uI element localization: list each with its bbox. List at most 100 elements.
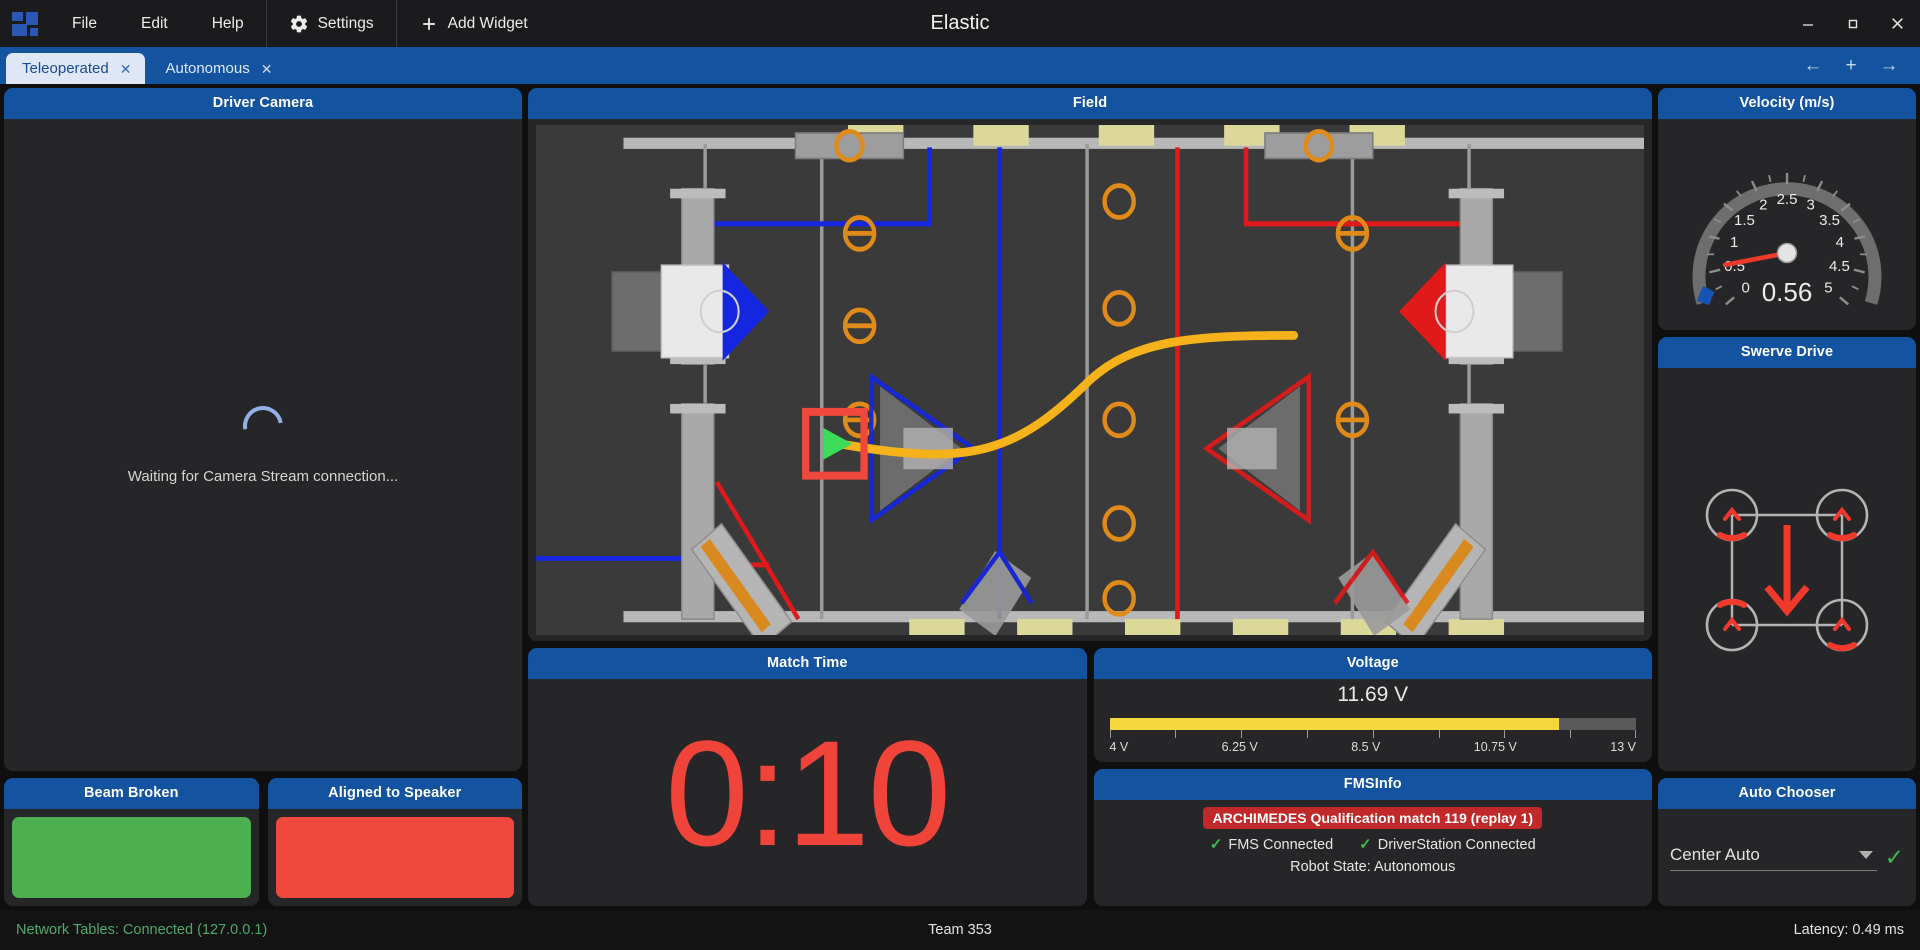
menu-file-label: File: [72, 15, 97, 33]
arrow-right-icon[interactable]: →: [1872, 53, 1906, 79]
maximize-icon[interactable]: [1830, 0, 1875, 47]
widget-title: Driver Camera: [4, 88, 522, 119]
voltage-tick-label: 8.5 V: [1351, 740, 1380, 754]
voltage-fms-stack: Voltage 11.69 V: [1094, 648, 1653, 906]
widget-velocity[interactable]: Velocity (m/s) 00.511.522.533.544.55 0.5…: [1658, 88, 1916, 330]
auto-chooser-value: Center Auto: [1670, 845, 1859, 865]
menu-settings[interactable]: Settings: [266, 0, 396, 47]
auto-chooser-select[interactable]: Center Auto: [1670, 845, 1877, 871]
voltage-track: [1110, 718, 1637, 730]
velocity-tick-label: 1: [1730, 233, 1738, 250]
menu-add-widget-label: Add Widget: [448, 15, 528, 33]
voltage-tick-label: 13 V: [1610, 740, 1636, 754]
check-icon: ✓: [1359, 836, 1372, 853]
widget-title: FMSInfo: [1094, 769, 1653, 800]
tab-teleoperated-label: Teleoperated: [22, 60, 109, 77]
widget-beam-broken[interactable]: Beam Broken: [4, 778, 259, 906]
menu-edit-label: Edit: [141, 15, 168, 33]
ds-connected-item: ✓ DriverStation Connected: [1359, 835, 1536, 853]
title-bar: File Edit Help Settings Add Widget Elast: [0, 0, 1920, 47]
voltage-tick-label: 4 V: [1110, 740, 1129, 754]
widget-title: Aligned to Speaker: [268, 778, 523, 809]
velocity-tick-label: 5: [1824, 279, 1832, 296]
velocity-value: 0.56: [1762, 277, 1813, 307]
widget-title: Voltage: [1094, 648, 1653, 679]
menu-edit[interactable]: Edit: [119, 0, 190, 47]
widget-aligned-to-speaker[interactable]: Aligned to Speaker: [268, 778, 523, 906]
field-canvas[interactable]: [536, 125, 1644, 635]
widget-driver-camera[interactable]: Driver Camera Waiting for Camera Stream …: [4, 88, 522, 771]
plus-icon[interactable]: +: [1834, 53, 1868, 79]
close-icon[interactable]: [1875, 0, 1920, 47]
voltage-bar: 4 V 6.25 V 8.5 V 10.75 V 13 V: [1110, 718, 1637, 754]
close-icon[interactable]: ✕: [261, 62, 273, 76]
camera-status-text: Waiting for Camera Stream connection...: [128, 468, 398, 485]
widget-voltage[interactable]: Voltage 11.69 V: [1094, 648, 1653, 762]
window-controls: [1785, 0, 1920, 47]
voltage-tick-label: 10.75 V: [1474, 740, 1517, 754]
status-bar: Network Tables: Connected (127.0.0.1) Te…: [0, 910, 1920, 950]
widget-fms-info[interactable]: FMSInfo ARCHIMEDES Qualification match 1…: [1094, 769, 1653, 906]
fms-match-banner: ARCHIMEDES Qualification match 119 (repl…: [1203, 807, 1542, 829]
voltage-value: 11.69 V: [1337, 683, 1408, 707]
voltage-tick-labels: 4 V 6.25 V 8.5 V 10.75 V 13 V: [1110, 740, 1637, 754]
gear-icon: [289, 14, 309, 34]
tab-teleoperated[interactable]: Teleoperated ✕: [6, 53, 145, 84]
beam-broken-indicator: [12, 817, 251, 898]
boolean-widget-row: Beam Broken Aligned to Speaker: [4, 778, 522, 906]
check-icon[interactable]: ✓: [1885, 846, 1904, 869]
chevron-down-icon[interactable]: [1859, 851, 1873, 859]
center-column: Field: [528, 88, 1652, 906]
menu-help[interactable]: Help: [190, 0, 266, 47]
velocity-tick-label: 1.5: [1734, 211, 1755, 228]
menu-file[interactable]: File: [50, 0, 119, 47]
loading-spinner-icon: [235, 398, 291, 454]
right-column: Velocity (m/s) 00.511.522.533.544.55 0.5…: [1658, 88, 1916, 906]
menu-help-label: Help: [212, 15, 244, 33]
velocity-tick-label: 4: [1836, 233, 1844, 250]
swerve-drive-diagram: [1694, 477, 1880, 663]
check-icon: ✓: [1210, 836, 1223, 853]
close-icon[interactable]: ✕: [120, 62, 132, 76]
menu-settings-label: Settings: [318, 15, 374, 33]
arrow-left-icon[interactable]: ←: [1796, 53, 1830, 79]
widget-title: Match Time: [528, 648, 1087, 679]
app-root: File Edit Help Settings Add Widget Elast: [0, 0, 1920, 950]
minimize-icon[interactable]: [1785, 0, 1830, 47]
plus-icon: [419, 14, 439, 34]
left-column: Driver Camera Waiting for Camera Stream …: [4, 88, 522, 906]
widget-auto-chooser[interactable]: Auto Chooser Center Auto ✓: [1658, 778, 1916, 906]
velocity-tick-label: 3.5: [1819, 211, 1840, 228]
tab-autonomous[interactable]: Autonomous ✕: [149, 53, 286, 84]
fms-connection-row: ✓ FMS Connected ✓ DriverStation Connected: [1210, 835, 1536, 853]
aligned-to-speaker-indicator: [276, 817, 515, 898]
latency-status: Latency: 0.49 ms: [1794, 922, 1904, 938]
widget-title: Swerve Drive: [1658, 337, 1916, 368]
widget-field[interactable]: Field: [528, 88, 1652, 641]
app-logo: [0, 0, 50, 47]
tab-navigation: ← + →: [1796, 53, 1920, 84]
ds-connected-label: DriverStation Connected: [1378, 837, 1536, 853]
widget-title: Velocity (m/s): [1658, 88, 1916, 119]
widget-swerve-drive[interactable]: Swerve Drive: [1658, 337, 1916, 771]
widget-workspace: Driver Camera Waiting for Camera Stream …: [0, 84, 1920, 910]
velocity-tick-label: 3: [1807, 196, 1815, 213]
team-number: Team 353: [0, 922, 1920, 938]
velocity-gauge: 00.511.522.533.544.55 0.56: [1681, 125, 1893, 325]
network-tables-status: Network Tables: Connected (127.0.0.1): [16, 922, 267, 938]
tab-bar: Teleoperated ✕ Autonomous ✕ ← + →: [0, 47, 1920, 84]
fms-connected-item: ✓ FMS Connected: [1210, 835, 1333, 853]
velocity-tick-label: 4.5: [1829, 258, 1850, 275]
velocity-tick-label: 0: [1741, 279, 1749, 296]
camera-stream-area: Waiting for Camera Stream connection...: [4, 119, 522, 771]
widget-match-time[interactable]: Match Time 0:10: [528, 648, 1087, 906]
widget-title: Auto Chooser: [1658, 778, 1916, 809]
widget-title: Beam Broken: [4, 778, 259, 809]
match-time-value: 0:10: [665, 718, 949, 868]
fms-connected-label: FMS Connected: [1228, 837, 1333, 853]
velocity-tick-label: 2.5: [1777, 191, 1798, 208]
center-bottom-row: Match Time 0:10 Voltage 11.69 V: [528, 648, 1652, 906]
widget-title: Field: [528, 88, 1652, 119]
menu-add-widget[interactable]: Add Widget: [396, 0, 550, 47]
elastic-logo-icon: [12, 12, 38, 36]
